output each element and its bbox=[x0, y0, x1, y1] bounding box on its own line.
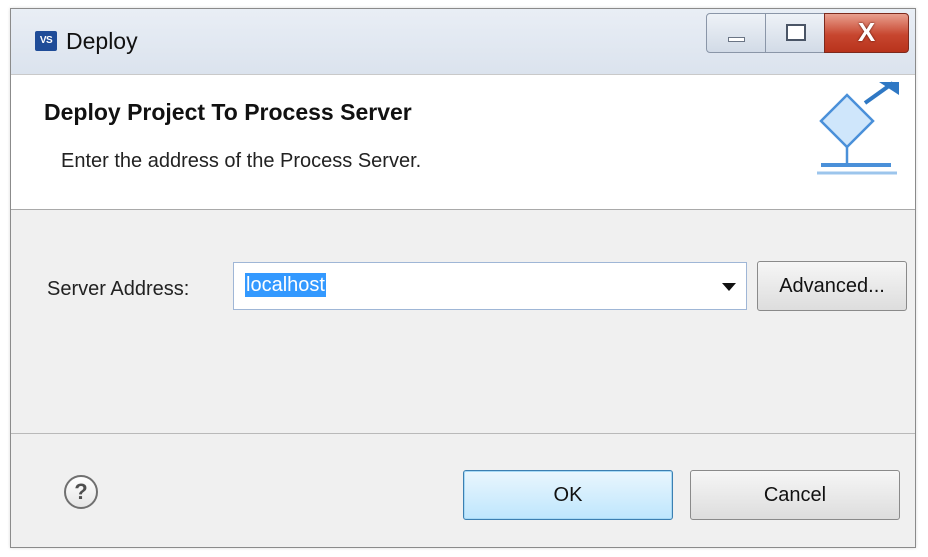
chevron-down-icon[interactable] bbox=[722, 283, 736, 291]
title-bar[interactable]: VS Deploy X bbox=[11, 9, 915, 74]
help-icon[interactable]: ? bbox=[64, 475, 98, 509]
close-icon: X bbox=[857, 17, 876, 47]
window-title: Deploy bbox=[66, 28, 138, 54]
cancel-button[interactable]: Cancel bbox=[690, 470, 900, 520]
maximize-button[interactable] bbox=[765, 13, 825, 53]
close-button[interactable]: X bbox=[824, 13, 909, 53]
minimize-button[interactable] bbox=[706, 13, 766, 53]
minimize-icon bbox=[728, 37, 745, 42]
server-address-value[interactable]: localhost bbox=[245, 273, 326, 297]
server-address-combo[interactable]: localhost bbox=[233, 262, 747, 310]
ok-button[interactable]: OK bbox=[463, 470, 673, 520]
dialog-content: Server Address: localhost Advanced... bbox=[11, 210, 915, 434]
deploy-wizard-icon bbox=[817, 81, 899, 175]
advanced-button[interactable]: Advanced... bbox=[757, 261, 907, 311]
dialog-footer: ? OK Cancel bbox=[11, 434, 915, 547]
deploy-dialog: VS Deploy X Deploy Project To Process Se… bbox=[10, 8, 916, 548]
wizard-banner: Deploy Project To Process Server Enter t… bbox=[11, 74, 915, 210]
app-icon: VS bbox=[35, 31, 57, 51]
server-address-label: Server Address: bbox=[47, 278, 190, 300]
maximize-icon bbox=[786, 24, 806, 41]
page-title: Deploy Project To Process Server bbox=[44, 99, 412, 125]
page-description: Enter the address of the Process Server. bbox=[61, 150, 422, 172]
